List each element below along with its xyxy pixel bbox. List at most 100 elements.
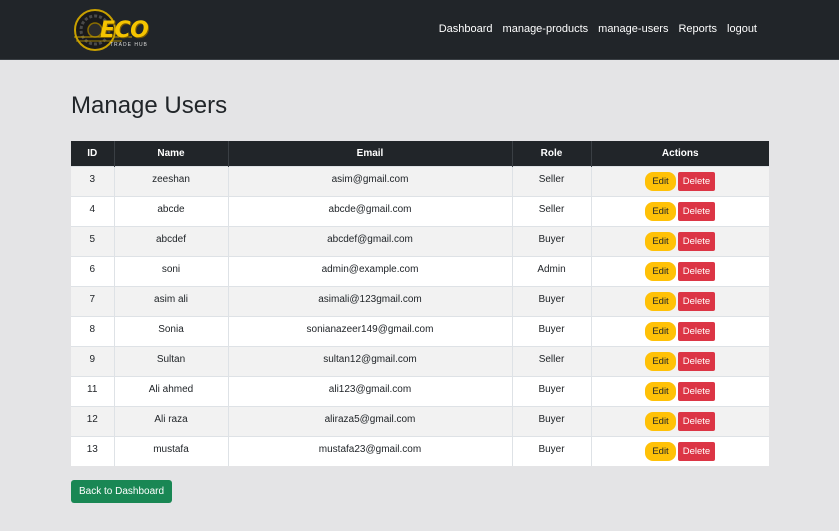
- nav-link-manage-users[interactable]: manage-users: [593, 23, 673, 35]
- edit-button[interactable]: Edit: [645, 321, 676, 341]
- cell-id: 9: [71, 345, 115, 376]
- table-row: 13 mustafa mustafa23@gmail.com Buyer Edit Del…: [71, 435, 769, 466]
- delete-button[interactable]: Delete: [677, 231, 716, 251]
- table-header-row: ID Name Email Role Actions: [71, 141, 769, 166]
- delete-button[interactable]: Delete: [677, 171, 716, 191]
- cell-actions: Edit Delete: [591, 285, 769, 316]
- cell-id: 5: [71, 225, 115, 256]
- table-row: 12 Ali raza aliraza5@gmail.com Buyer Edit Del…: [71, 405, 769, 436]
- edit-button[interactable]: Edit: [645, 261, 676, 281]
- cell-role: Buyer: [512, 405, 592, 436]
- cell-actions: Edit Delete: [591, 255, 769, 286]
- brand-logo[interactable]: ECO TRADE HUB: [72, 7, 172, 53]
- users-table-container: ID Name Email Role Actions 3 zeeshan asim@…: [71, 141, 769, 466]
- brand-tagline: TRADE HUB: [110, 42, 148, 48]
- cell-role: Seller: [512, 195, 592, 226]
- delete-button[interactable]: Delete: [677, 291, 716, 311]
- cell-id: 4: [71, 195, 115, 226]
- cell-email: aliraza5@gmail.com: [228, 405, 513, 436]
- cell-role: Buyer: [512, 315, 592, 346]
- nav-links: Dashboard manage-products manage-users R…: [434, 23, 762, 35]
- cell-actions: Edit Delete: [591, 225, 769, 256]
- table-row: 3 zeeshan asim@gmail.com Seller Edit Delete: [71, 165, 769, 196]
- cell-email: sultan12@gmail.com: [228, 345, 513, 376]
- header-role: Role: [512, 141, 592, 166]
- cell-name: abcde: [114, 195, 229, 226]
- cell-name: zeeshan: [114, 165, 229, 196]
- header-email: Email: [228, 141, 513, 166]
- cell-email: abcdef@gmail.com: [228, 225, 513, 256]
- delete-button[interactable]: Delete: [677, 351, 716, 371]
- nav-link-logout[interactable]: logout: [722, 23, 762, 35]
- header-actions: Actions: [591, 141, 769, 166]
- table-row: 9 Sultan sultan12@gmail.com Seller Edit Delet…: [71, 345, 769, 376]
- cell-role: Buyer: [512, 285, 592, 316]
- cell-actions: Edit Delete: [591, 405, 769, 436]
- users-table: ID Name Email Role Actions 3 zeeshan asim@…: [71, 141, 769, 466]
- header-name: Name: [114, 141, 229, 166]
- edit-button[interactable]: Edit: [645, 291, 676, 311]
- cell-name: abcdef: [114, 225, 229, 256]
- cell-actions: Edit Delete: [591, 315, 769, 346]
- edit-button[interactable]: Edit: [645, 381, 676, 401]
- table-row: 5 abcdef abcdef@gmail.com Buyer Edit Delete: [71, 225, 769, 256]
- delete-button[interactable]: Delete: [677, 411, 716, 431]
- cell-email: sonianazeer149@gmail.com: [228, 315, 513, 346]
- cell-role: Seller: [512, 345, 592, 376]
- cell-name: asim ali: [114, 285, 229, 316]
- cell-email: asimali@123gmail.com: [228, 285, 513, 316]
- cell-id: 7: [71, 285, 115, 316]
- cell-role: Buyer: [512, 225, 592, 256]
- cell-email: abcde@gmail.com: [228, 195, 513, 226]
- edit-button[interactable]: Edit: [645, 231, 676, 251]
- brand-name: ECO: [100, 18, 149, 43]
- cell-email: ali123@gmail.com: [228, 375, 513, 406]
- edit-button[interactable]: Edit: [645, 351, 676, 371]
- cell-role: Seller: [512, 165, 592, 196]
- delete-button[interactable]: Delete: [677, 261, 716, 281]
- back-to-dashboard-button[interactable]: Back to Dashboard: [71, 480, 173, 503]
- edit-button[interactable]: Edit: [645, 411, 676, 431]
- page-title: Manage Users: [71, 92, 228, 119]
- cell-name: Sonia: [114, 315, 229, 346]
- cell-role: Admin: [512, 255, 592, 286]
- cell-role: Buyer: [512, 375, 592, 406]
- cell-role: Buyer: [512, 435, 592, 466]
- cell-id: 6: [71, 255, 115, 286]
- delete-button[interactable]: Delete: [677, 201, 716, 221]
- cell-actions: Edit Delete: [591, 195, 769, 226]
- cell-name: soni: [114, 255, 229, 286]
- cell-actions: Edit Delete: [591, 345, 769, 376]
- cell-id: 3: [71, 165, 115, 196]
- cell-name: mustafa: [114, 435, 229, 466]
- nav-link-reports[interactable]: Reports: [673, 23, 722, 35]
- cell-name: Ali raza: [114, 405, 229, 436]
- table-row: 8 Sonia sonianazeer149@gmail.com Buyer Edit D…: [71, 315, 769, 346]
- cell-actions: Edit Delete: [591, 165, 769, 196]
- delete-button[interactable]: Delete: [677, 381, 716, 401]
- delete-button[interactable]: Delete: [677, 321, 716, 341]
- cell-name: Sultan: [114, 345, 229, 376]
- table-row: 7 asim ali asimali@123gmail.com Buyer Edit De…: [71, 285, 769, 316]
- cell-email: mustafa23@gmail.com: [228, 435, 513, 466]
- nav-link-dashboard[interactable]: Dashboard: [434, 23, 498, 35]
- edit-button[interactable]: Edit: [645, 171, 676, 191]
- navbar: ECO TRADE HUB Dashboard manage-products …: [0, 0, 839, 60]
- cell-email: asim@gmail.com: [228, 165, 513, 196]
- edit-button[interactable]: Edit: [645, 201, 676, 221]
- edit-button[interactable]: Edit: [645, 441, 676, 461]
- cell-name: Ali ahmed: [114, 375, 229, 406]
- delete-button[interactable]: Delete: [677, 441, 716, 461]
- cell-id: 11: [71, 375, 115, 406]
- nav-link-manage-products[interactable]: manage-products: [498, 23, 594, 35]
- table-row: 4 abcde abcde@gmail.com Seller Edit Delete: [71, 195, 769, 226]
- cell-id: 13: [71, 435, 115, 466]
- table-row: 11 Ali ahmed ali123@gmail.com Buyer Edit Dele…: [71, 375, 769, 406]
- cell-id: 12: [71, 405, 115, 436]
- cell-actions: Edit Delete: [591, 375, 769, 406]
- header-id: ID: [71, 141, 115, 166]
- cell-actions: Edit Delete: [591, 435, 769, 466]
- cell-email: admin@example.com: [228, 255, 513, 286]
- cell-id: 8: [71, 315, 115, 346]
- table-row: 6 soni admin@example.com Admin Edit Delete: [71, 255, 769, 286]
